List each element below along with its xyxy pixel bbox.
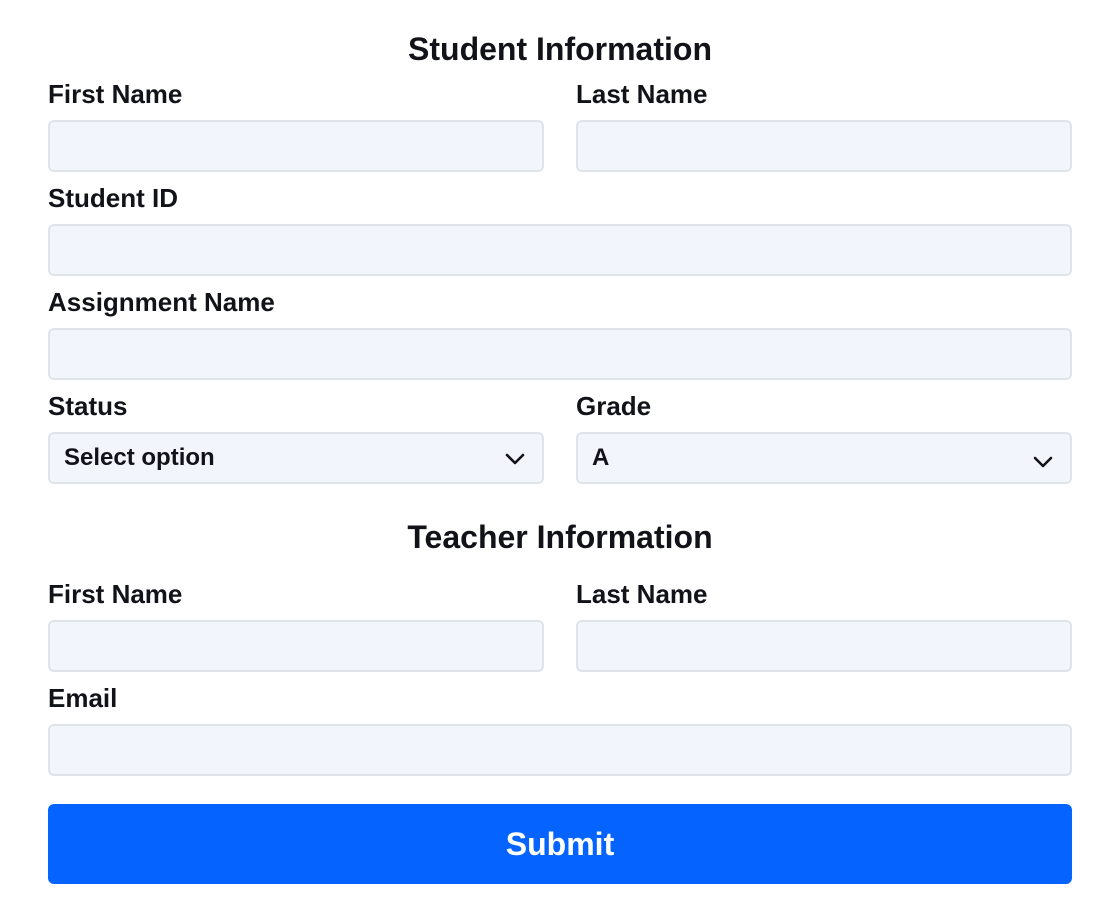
status-select-value: Select option (64, 444, 215, 471)
student-first-name-input[interactable] (48, 120, 544, 172)
grade-select-value: A (592, 444, 610, 471)
submit-button[interactable]: Submit (48, 804, 1072, 884)
grade-label: Grade (576, 391, 652, 421)
teacher-first-name-label: First Name (48, 579, 183, 609)
assignment-name-label: Assignment Name (48, 287, 275, 317)
teacher-section-title: Teacher Information (407, 519, 713, 555)
student-last-name-label: Last Name (576, 79, 708, 109)
teacher-email-label: Email (48, 683, 118, 713)
status-select[interactable]: Select option (48, 432, 544, 484)
student-first-name-label: First Name (48, 79, 183, 109)
grade-select[interactable]: A (576, 432, 1072, 484)
teacher-last-name-input[interactable] (576, 620, 1072, 672)
assignment-name-input[interactable] (48, 328, 1072, 380)
chevron-down-icon (1033, 456, 1053, 468)
teacher-first-name-input[interactable] (48, 620, 544, 672)
student-last-name-input[interactable] (576, 120, 1072, 172)
teacher-last-name-label: Last Name (576, 579, 708, 609)
student-id-input[interactable] (48, 224, 1072, 276)
student-id-label: Student ID (48, 183, 178, 213)
student-section-title: Student Information (408, 31, 712, 67)
chevron-down-icon (505, 453, 525, 465)
status-label: Status (48, 391, 128, 421)
teacher-email-input[interactable] (48, 724, 1072, 776)
